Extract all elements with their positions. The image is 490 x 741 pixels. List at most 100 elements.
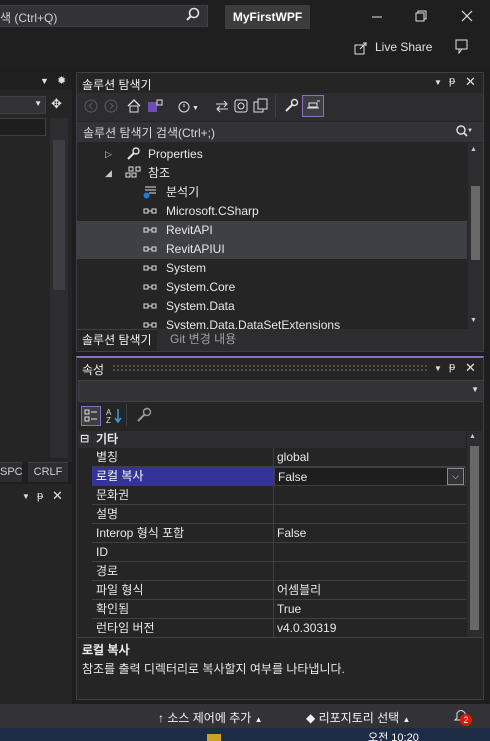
caret-up-icon: ▲ xyxy=(402,715,411,724)
dropdown-arrow-icon[interactable]: ▼ xyxy=(434,78,442,87)
property-value[interactable]: v4.0.30319 xyxy=(274,619,466,638)
property-value[interactable]: False xyxy=(274,524,466,543)
tree-item-label: Properties xyxy=(148,147,203,161)
property-row[interactable]: 런타임 버전 v4.0.30319 xyxy=(78,619,466,638)
alphabetical-view-icon[interactable]: AZ xyxy=(105,406,125,426)
property-category[interactable]: ⊟ 기타 xyxy=(78,431,466,448)
property-value[interactable] xyxy=(274,486,466,505)
pending-changes-icon[interactable]: ▼ xyxy=(175,97,199,115)
pin-icon[interactable]: ᵽ xyxy=(449,361,455,373)
scroll-up-icon[interactable]: ▲ xyxy=(470,146,477,153)
search-icon[interactable]: ▼ xyxy=(455,124,473,140)
restore-icon[interactable] xyxy=(406,8,436,26)
sync-icon[interactable] xyxy=(214,98,230,114)
reference-icon xyxy=(143,260,159,276)
wrench-icon xyxy=(125,146,141,162)
scroll-down-icon[interactable]: ▼ xyxy=(470,317,477,324)
tree-item[interactable]: RevitAPIUI xyxy=(77,240,467,259)
tree-item[interactable]: System xyxy=(77,259,467,278)
property-row[interactable]: Interop 형식 포함 False xyxy=(78,524,466,543)
pin-icon[interactable]: ᵽ xyxy=(449,75,455,87)
expander-icon[interactable]: ▷ xyxy=(105,145,112,164)
references-icon xyxy=(125,165,143,181)
switch-views-icon[interactable] xyxy=(146,98,164,114)
left-dropdown[interactable]: ▼ xyxy=(0,96,46,114)
status-crlf[interactable]: CRLF xyxy=(28,462,68,482)
tab-solution-explorer[interactable]: 솔루션 탐색기 xyxy=(77,329,157,351)
tree-item[interactable]: Microsoft.CSharp xyxy=(77,202,467,221)
live-share-button[interactable]: Live Share xyxy=(375,40,432,58)
property-pages-wrench-icon[interactable] xyxy=(135,406,153,424)
property-value[interactable]: global xyxy=(274,448,466,467)
tree-item[interactable]: ▷ Properties xyxy=(77,145,467,164)
tree-item[interactable]: 분석기 xyxy=(77,183,467,202)
gear-icon[interactable]: ✹ xyxy=(57,74,66,87)
tree-item-label: 분석기 xyxy=(166,185,200,199)
property-row[interactable]: 별칭 global xyxy=(78,448,466,467)
tree-item[interactable]: ◢ 참조 xyxy=(77,164,467,183)
status-spc[interactable]: SPC xyxy=(0,462,23,482)
property-row[interactable]: 파일 형식 어셈블리 xyxy=(78,581,466,600)
property-value[interactable]: True xyxy=(274,600,466,619)
property-value[interactable] xyxy=(274,562,466,581)
close-icon[interactable]: ✕ xyxy=(52,488,63,504)
tab-git-changes[interactable]: Git 변경 내용 xyxy=(165,329,241,351)
property-value[interactable]: False xyxy=(274,467,466,486)
tree-item[interactable]: System.Core xyxy=(77,278,467,297)
pin-icon[interactable]: ᵽ xyxy=(37,490,43,502)
preview-selected-items-button[interactable] xyxy=(302,95,324,117)
forward-icon[interactable] xyxy=(103,98,119,114)
pin-icon[interactable]: ✥ xyxy=(51,96,62,112)
property-value[interactable] xyxy=(274,543,466,562)
property-row[interactable]: 설명 xyxy=(78,505,466,524)
home-icon[interactable] xyxy=(126,98,142,114)
scroll-up-icon[interactable]: ▲ xyxy=(469,433,476,440)
property-value[interactable] xyxy=(274,505,466,524)
category-label: 기타 xyxy=(96,432,119,446)
tree-scroll-thumb[interactable] xyxy=(471,186,480,260)
expander-icon[interactable]: ◢ xyxy=(105,164,112,183)
dropdown-arrow-icon[interactable]: ▼ xyxy=(40,76,49,86)
property-row[interactable]: 경로 xyxy=(78,562,466,581)
property-row[interactable]: ID xyxy=(78,543,466,562)
property-row[interactable]: 확인됨 True xyxy=(78,600,466,619)
property-value[interactable]: 어셈블리 xyxy=(274,581,466,600)
refresh-icon[interactable] xyxy=(233,98,249,114)
minimize-icon[interactable] xyxy=(362,8,392,26)
collapse-all-icon[interactable] xyxy=(253,98,269,114)
left-field[interactable] xyxy=(0,118,46,136)
drag-grip[interactable] xyxy=(112,364,428,372)
quick-launch-search[interactable]: 색 (Ctrl+Q) xyxy=(0,5,208,27)
properties-wrench-icon[interactable] xyxy=(283,98,299,114)
tree-item[interactable]: System.Data.DataSetExtensions xyxy=(77,316,467,329)
add-source-control-button[interactable]: ↑ 소스 제어에 추가 ▲ xyxy=(158,709,263,726)
collapse-icon[interactable]: ⊟ xyxy=(80,431,89,448)
select-repository-button[interactable]: ◆ 리포지토리 선택 ▲ xyxy=(306,709,410,726)
solution-search-input[interactable]: 솔루션 탐색기 검색(Ctrl+;) xyxy=(77,122,483,142)
properties-object-dropdown[interactable]: ▼ xyxy=(78,380,484,402)
dropdown-arrow-icon[interactable]: ▼ xyxy=(22,492,30,501)
categorized-view-button[interactable] xyxy=(81,406,101,426)
back-icon[interactable] xyxy=(83,98,99,114)
value-dropdown-button[interactable]: ⌵ xyxy=(447,468,464,485)
tree-item[interactable]: System.Data xyxy=(77,297,467,316)
close-icon[interactable]: ✕ xyxy=(465,360,476,376)
taskbar-folder-icon[interactable] xyxy=(207,734,221,741)
arrow-up-icon: ↑ xyxy=(158,711,164,725)
property-name: 별칭 xyxy=(92,448,274,467)
properties-scroll-thumb[interactable] xyxy=(470,446,479,630)
left-scroll-thumb[interactable] xyxy=(53,140,65,290)
search-icon[interactable] xyxy=(184,6,202,24)
property-name: 런타임 버전 xyxy=(92,619,274,638)
close-icon[interactable] xyxy=(452,8,482,26)
reference-icon xyxy=(143,241,159,257)
tree-item[interactable]: RevitAPI xyxy=(77,221,467,240)
property-row[interactable]: 문화권 xyxy=(78,486,466,505)
tree-item-label: System.Core xyxy=(166,280,236,294)
feedback-icon[interactable] xyxy=(454,38,470,54)
tree-item-label: 참조 xyxy=(148,166,171,180)
close-icon[interactable]: ✕ xyxy=(465,74,476,90)
splitter[interactable] xyxy=(77,637,483,638)
dropdown-arrow-icon[interactable]: ▼ xyxy=(434,364,442,373)
property-row[interactable]: 로컬 복사 False ⌵ xyxy=(78,467,466,486)
